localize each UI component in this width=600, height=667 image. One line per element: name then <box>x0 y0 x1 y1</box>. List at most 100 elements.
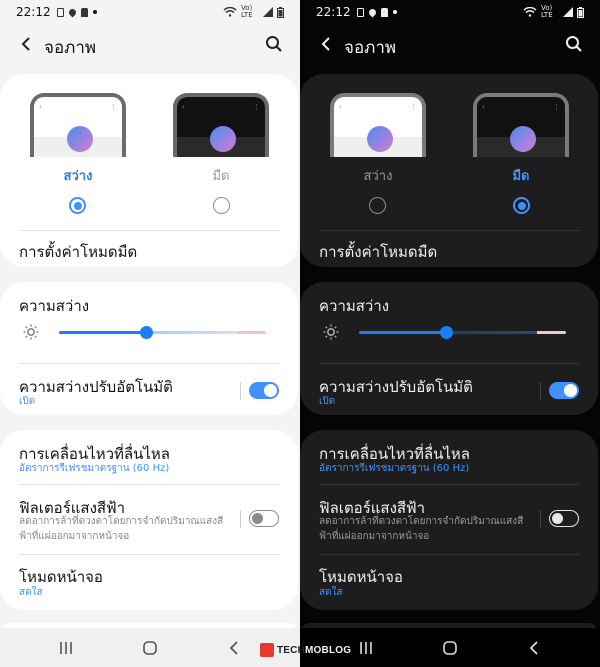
notification-icon <box>80 7 88 17</box>
screen-mode-status: สดใส <box>19 587 43 598</box>
divider <box>319 363 580 364</box>
watermark-part2: MOBLOG <box>305 644 352 656</box>
battery-icon <box>577 6 584 18</box>
brightness-slider[interactable] <box>359 331 566 334</box>
page-title: จอภาพ <box>344 38 397 58</box>
search-button[interactable] <box>560 30 588 58</box>
notification-icon <box>380 7 388 17</box>
more-dot-icon <box>92 10 97 14</box>
back-button[interactable] <box>12 28 40 60</box>
adaptive-brightness-item[interactable]: ความสว่างปรับอัตโนมัติ <box>19 375 173 399</box>
preview-orb-icon <box>67 126 93 152</box>
signal-icon <box>563 7 573 17</box>
divider <box>319 554 580 555</box>
status-bar: 22:12 Vo) LTE <box>0 0 300 24</box>
recents-icon <box>360 642 372 654</box>
adaptive-brightness-toggle[interactable] <box>249 382 279 399</box>
divider <box>319 230 580 231</box>
dark-theme-preview[interactable]: ‹ ⋮ <box>173 93 269 157</box>
techmoblog-logo-icon <box>260 643 274 657</box>
divider <box>19 484 280 485</box>
blue-light-filter-desc: ลดอาการล้าที่ดวงตาโดยการจำกัดปริมาณแสงสี… <box>319 516 524 542</box>
adaptive-brightness-status: เปิด <box>319 396 336 407</box>
home-button[interactable] <box>138 638 162 658</box>
blue-light-filter-toggle[interactable] <box>549 510 579 527</box>
brightness-sun-icon <box>323 324 339 340</box>
separator <box>240 382 241 400</box>
status-time: 22:12 <box>16 5 51 19</box>
recents-button[interactable] <box>354 638 378 658</box>
brightness-slider[interactable] <box>59 331 266 334</box>
back-nav-icon <box>529 641 538 655</box>
navigation-bar <box>0 628 300 667</box>
back-nav-button[interactable] <box>522 638 546 658</box>
divider <box>19 230 280 231</box>
separator <box>540 510 541 528</box>
motion-smoothness-status: อัตราการรีเฟรชมาตรฐาน (60 Hz) <box>319 463 470 474</box>
blue-light-filter-toggle[interactable] <box>249 510 279 527</box>
search-icon <box>266 36 282 52</box>
wifi-icon <box>523 7 537 17</box>
brightness-slider-thumb[interactable] <box>140 326 153 339</box>
light-mode-radio[interactable] <box>369 197 386 214</box>
wifi-icon <box>223 7 237 17</box>
home-button[interactable] <box>438 638 462 658</box>
brightness-sun-icon <box>23 324 39 340</box>
dark-mode-settings-item[interactable]: การตั้งค่าโหมดมืด <box>19 240 137 264</box>
preview-more-icon: ⋮ <box>110 103 117 111</box>
page-title: จอภาพ <box>44 38 97 58</box>
motion-smoothness-status: อัตราการรีเฟรชมาตรฐาน (60 Hz) <box>19 463 170 474</box>
home-icon <box>143 641 157 655</box>
light-theme-preview[interactable]: ‹ ⋮ <box>30 93 126 157</box>
techmoblog-watermark: TECH MOBLOG <box>260 643 351 657</box>
location-icon <box>367 7 378 17</box>
light-theme-preview[interactable]: ‹ ⋮ <box>330 93 426 157</box>
battery-icon <box>277 6 284 18</box>
light-mode-radio[interactable] <box>69 197 86 214</box>
preview-orb-icon <box>510 126 536 152</box>
dark-mode-label: มืด <box>212 169 230 184</box>
preview-more-icon: ⋮ <box>553 103 560 111</box>
back-arrow-icon <box>21 37 30 51</box>
blue-light-filter-desc: ลดอาการล้าที่ดวงตาโดยการจำกัดปริมาณแสงสี… <box>19 516 224 542</box>
preview-more-icon: ⋮ <box>253 103 260 111</box>
light-mode-screen: 22:12 Vo) LTE จอภาพ ‹ ⋮ ‹ ⋮ สว่าง มืด กา… <box>0 0 300 667</box>
network-label: Vo) LTE <box>541 4 553 19</box>
search-button[interactable] <box>260 30 288 58</box>
dark-theme-preview[interactable]: ‹ ⋮ <box>473 93 569 157</box>
dark-mode-radio[interactable] <box>213 197 230 214</box>
preview-orb-icon <box>210 126 236 152</box>
app-bar: จอภาพ <box>300 24 600 64</box>
more-dot-icon <box>392 10 397 14</box>
preview-back-icon: ‹ <box>182 103 185 111</box>
watermark-part1: TECH <box>277 644 306 656</box>
adaptive-brightness-toggle[interactable] <box>549 382 579 399</box>
separator <box>540 382 541 400</box>
divider <box>19 554 280 555</box>
preview-back-icon: ‹ <box>39 103 42 111</box>
dark-mode-settings-item[interactable]: การตั้งค่าโหมดมืด <box>319 240 437 264</box>
separator <box>240 510 241 528</box>
light-mode-label: สว่าง <box>363 169 393 184</box>
dark-mode-screen: 22:12 Vo) LTE จอภาพ ‹ ⋮ ‹ ⋮ สว่าง มืด กา… <box>300 0 600 667</box>
recents-button[interactable] <box>54 638 78 658</box>
brightness-label: ความสว่าง <box>19 297 90 315</box>
adaptive-brightness-status: เปิด <box>19 396 36 407</box>
light-mode-label: สว่าง <box>63 169 93 184</box>
back-nav-button[interactable] <box>222 638 246 658</box>
brightness-slider-thumb[interactable] <box>440 326 453 339</box>
preview-back-icon: ‹ <box>482 103 485 111</box>
back-nav-icon <box>229 641 238 655</box>
status-time: 22:12 <box>316 5 351 19</box>
sim-icon <box>56 7 64 17</box>
location-icon <box>67 7 78 17</box>
app-bar: จอภาพ <box>0 24 300 64</box>
preview-orb-icon <box>367 126 393 152</box>
back-button[interactable] <box>312 28 340 60</box>
dark-mode-radio[interactable] <box>513 197 530 214</box>
search-icon <box>566 36 582 52</box>
adaptive-brightness-item[interactable]: ความสว่างปรับอัตโนมัติ <box>319 375 473 399</box>
signal-icon <box>263 7 273 17</box>
preview-more-icon: ⋮ <box>410 103 417 111</box>
brightness-label: ความสว่าง <box>319 297 390 315</box>
